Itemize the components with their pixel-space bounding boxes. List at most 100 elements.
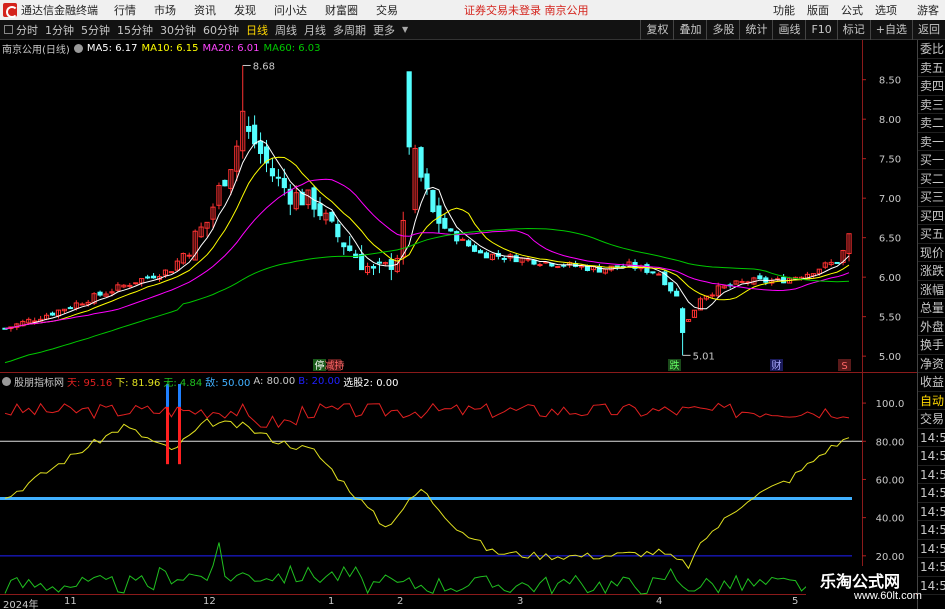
watermark-title: 乐淘公式网 xyxy=(820,572,901,591)
side-panel-item[interactable]: 换手 xyxy=(918,336,945,355)
side-panel-item[interactable]: 14:56 xyxy=(918,429,945,447)
side-panel-item[interactable]: 现价 xyxy=(918,244,945,262)
ind-tick-label: 100.0 xyxy=(876,399,905,410)
side-panel-item[interactable]: 14:56 xyxy=(918,484,945,503)
indicator-settings-icon[interactable] xyxy=(2,376,11,386)
candle xyxy=(680,308,686,333)
side-panel-item[interactable]: 总量 xyxy=(918,299,945,318)
side-panel-item[interactable]: 买四 xyxy=(918,207,945,225)
price-tick-label: 5.00 xyxy=(879,352,901,363)
ma10-label: MA10: 6.15 xyxy=(141,42,199,54)
candle xyxy=(269,168,276,177)
x-tick: 4 xyxy=(656,596,663,607)
settings-dot-icon[interactable] xyxy=(73,43,83,53)
candle xyxy=(537,264,543,267)
candle xyxy=(97,291,103,296)
candle xyxy=(347,245,353,251)
candle xyxy=(477,250,484,254)
candle xyxy=(49,312,56,316)
candle xyxy=(424,173,430,190)
side-panel-item[interactable]: 14:56 xyxy=(918,577,945,595)
candle xyxy=(454,231,460,242)
candle xyxy=(222,179,228,187)
ind-tick-label: 80.00 xyxy=(876,437,905,448)
candle xyxy=(466,240,472,247)
x-tick: 12 xyxy=(203,596,216,607)
ind-tick-label: 60.00 xyxy=(876,475,905,486)
side-panel-item[interactable]: 14:56 xyxy=(918,558,945,577)
signal-bar-red xyxy=(166,406,169,465)
side-panel-item[interactable]: 卖三 xyxy=(918,96,945,114)
side-panel-item[interactable]: 卖一 xyxy=(918,133,945,151)
side-panel-item[interactable]: 14:56 xyxy=(918,447,945,466)
side-panel-item[interactable]: 买二 xyxy=(918,170,945,188)
candle xyxy=(668,282,674,292)
high-label: 8.68 xyxy=(253,61,275,72)
candle xyxy=(79,303,85,306)
candle xyxy=(674,290,680,297)
xia-label: 下: 81.96 xyxy=(115,377,161,389)
side-panel-item[interactable]: 涨跌 xyxy=(918,262,945,281)
candle xyxy=(329,211,335,222)
candle xyxy=(418,147,424,178)
candle xyxy=(133,282,139,285)
candle xyxy=(127,284,133,287)
side-panel-item[interactable]: 委比 xyxy=(918,40,945,59)
side-panel-item[interactable]: 买五 xyxy=(918,225,945,244)
price-tick-label: 6.50 xyxy=(879,234,901,245)
side-panel-item[interactable]: 14:56 xyxy=(918,503,945,521)
side-panel-item[interactable]: 14:56 xyxy=(918,466,945,484)
candle xyxy=(359,254,365,271)
watermark-url: www.60lt.com xyxy=(854,590,922,602)
ind-tick-label: 40.00 xyxy=(876,514,905,525)
side-panel-item[interactable]: 自动 xyxy=(918,392,945,410)
price-tick-label: 8.50 xyxy=(879,76,901,87)
candle xyxy=(430,190,436,213)
ma60-label: MA60: 6.03 xyxy=(263,42,321,54)
side-panel-item[interactable]: 卖二 xyxy=(918,114,945,133)
side-panel-item[interactable]: 卖五 xyxy=(918,59,945,77)
candle xyxy=(650,271,656,274)
side-panel-item[interactable]: 14:56 xyxy=(918,540,945,558)
low-label: 5.01 xyxy=(693,351,715,362)
ma5-label: MA5: 6.17 xyxy=(86,42,138,54)
side-panel-item[interactable]: 净资 xyxy=(918,355,945,373)
x-tick: 5 xyxy=(792,596,799,607)
xuangu-label: 选股2: 0.00 xyxy=(343,377,399,389)
candle xyxy=(388,259,394,270)
candle xyxy=(370,266,377,269)
main-legend: 南京公用(日线) MA5: 6.17 MA10: 6.15 MA20: 6.01… xyxy=(2,41,325,56)
candle xyxy=(757,275,763,280)
tag-ting: 停 xyxy=(315,359,325,372)
watermark: 乐淘公式网 www.60lt.com xyxy=(806,566,922,606)
x-tick: 2 xyxy=(397,596,404,607)
tian-line xyxy=(4,402,850,429)
side-panel-item[interactable]: 卖四 xyxy=(918,77,945,96)
candle xyxy=(739,280,745,283)
candle xyxy=(246,125,252,132)
candle xyxy=(257,140,264,154)
ma20-line xyxy=(4,178,850,330)
side-panel-item[interactable]: 买三 xyxy=(918,188,945,207)
candle xyxy=(555,265,561,268)
side-panel-item[interactable]: 14:56 xyxy=(918,521,945,540)
candle xyxy=(501,257,507,260)
side-panel-item[interactable]: 收益 xyxy=(918,373,945,392)
candle xyxy=(483,252,490,259)
side-panel-item[interactable]: 涨幅 xyxy=(918,281,945,299)
x-tick: 3 xyxy=(517,596,524,607)
kline-chart[interactable]: 8.50 8.00 7.50 7.00 6.50 6.00 5.50 5.00 100.0 80.… xyxy=(0,0,945,609)
x-tick: 2024年 xyxy=(3,600,39,609)
price-tick-label: 7.00 xyxy=(879,194,901,205)
side-panel-item[interactable]: 交易 xyxy=(918,410,945,429)
tag-jianchi: 减持 xyxy=(325,359,345,372)
candle xyxy=(168,271,174,274)
candle xyxy=(67,307,73,310)
price-tick-label: 6.00 xyxy=(879,273,901,284)
side-panel-item[interactable]: 外盘 xyxy=(918,318,945,336)
b-label: B: 20.00 xyxy=(298,375,341,387)
a-label: A: 80.00 xyxy=(253,375,296,387)
candle xyxy=(376,261,383,264)
candle xyxy=(644,264,650,273)
side-panel-item[interactable]: 买一 xyxy=(918,151,945,170)
